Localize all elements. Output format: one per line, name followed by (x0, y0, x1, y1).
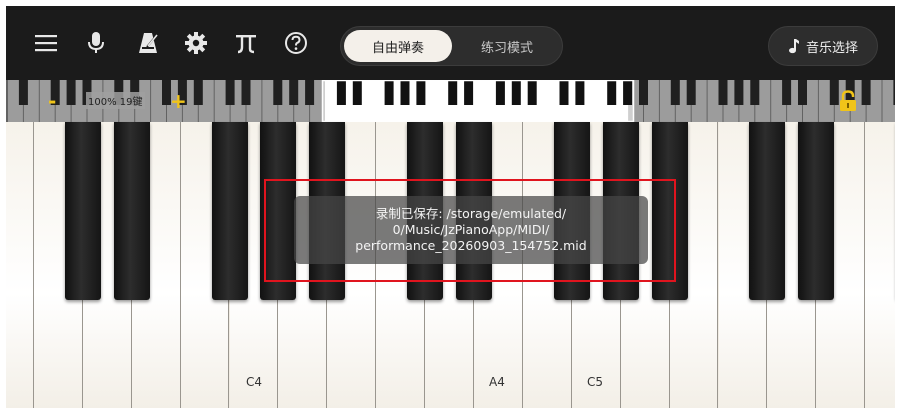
mini-black-key (448, 80, 458, 105)
black-key[interactable] (749, 122, 786, 300)
white-key[interactable] (6, 122, 34, 408)
metronome-icon[interactable] (134, 29, 162, 57)
music-select-button[interactable]: 音乐选择 (768, 26, 878, 66)
music-note-icon (788, 39, 799, 54)
mini-black-key (559, 80, 569, 105)
zoom-out-button[interactable]: - (48, 80, 56, 122)
highlight-box (264, 179, 676, 282)
help-icon[interactable] (282, 29, 310, 57)
mini-keyboard-navigator[interactable]: - 100% 19键 + (6, 80, 895, 122)
note-label-a4: A4 (489, 375, 505, 389)
settings-gear-icon[interactable] (182, 29, 210, 57)
unlock-icon[interactable] (838, 90, 858, 112)
free-play-tab[interactable]: 自由弹奏 (344, 30, 452, 62)
mini-black-key (495, 80, 505, 105)
mini-black-key (511, 80, 521, 105)
mini-black-key (527, 80, 537, 105)
pi-icon[interactable] (232, 29, 260, 57)
black-key[interactable] (113, 122, 150, 300)
mini-black-key (623, 80, 633, 105)
black-key[interactable] (64, 122, 101, 300)
mini-black-key (384, 80, 394, 105)
mode-switch: 自由弹奏 练习模式 (340, 26, 563, 66)
mini-black-key (464, 80, 474, 105)
black-key[interactable] (211, 122, 248, 300)
black-key[interactable] (798, 122, 835, 300)
note-label-c4: C4 (246, 375, 263, 389)
mini-black-key (336, 80, 346, 105)
mini-black-key (352, 80, 362, 105)
microphone-icon[interactable] (82, 29, 110, 57)
menu-icon[interactable] (32, 29, 60, 57)
mini-black-key (400, 80, 410, 105)
top-toolbar: 自由弹奏 练习模式 音乐选择 (6, 6, 895, 80)
note-label-c5: C5 (587, 375, 604, 389)
zoom-in-button[interactable]: + (170, 80, 187, 122)
mini-black-key (416, 80, 426, 105)
mini-black-key (607, 80, 617, 105)
mini-black-key (575, 80, 585, 105)
music-select-label: 音乐选择 (805, 40, 858, 56)
zoom-level-label: 100% 19键 (86, 92, 145, 109)
piano-app-window: 自由弹奏 练习模式 音乐选择 - 100% 19键 + C4 A4 C5 录制已… (6, 6, 895, 408)
practice-mode-tab[interactable]: 练习模式 (455, 30, 559, 62)
white-key[interactable] (865, 122, 895, 408)
